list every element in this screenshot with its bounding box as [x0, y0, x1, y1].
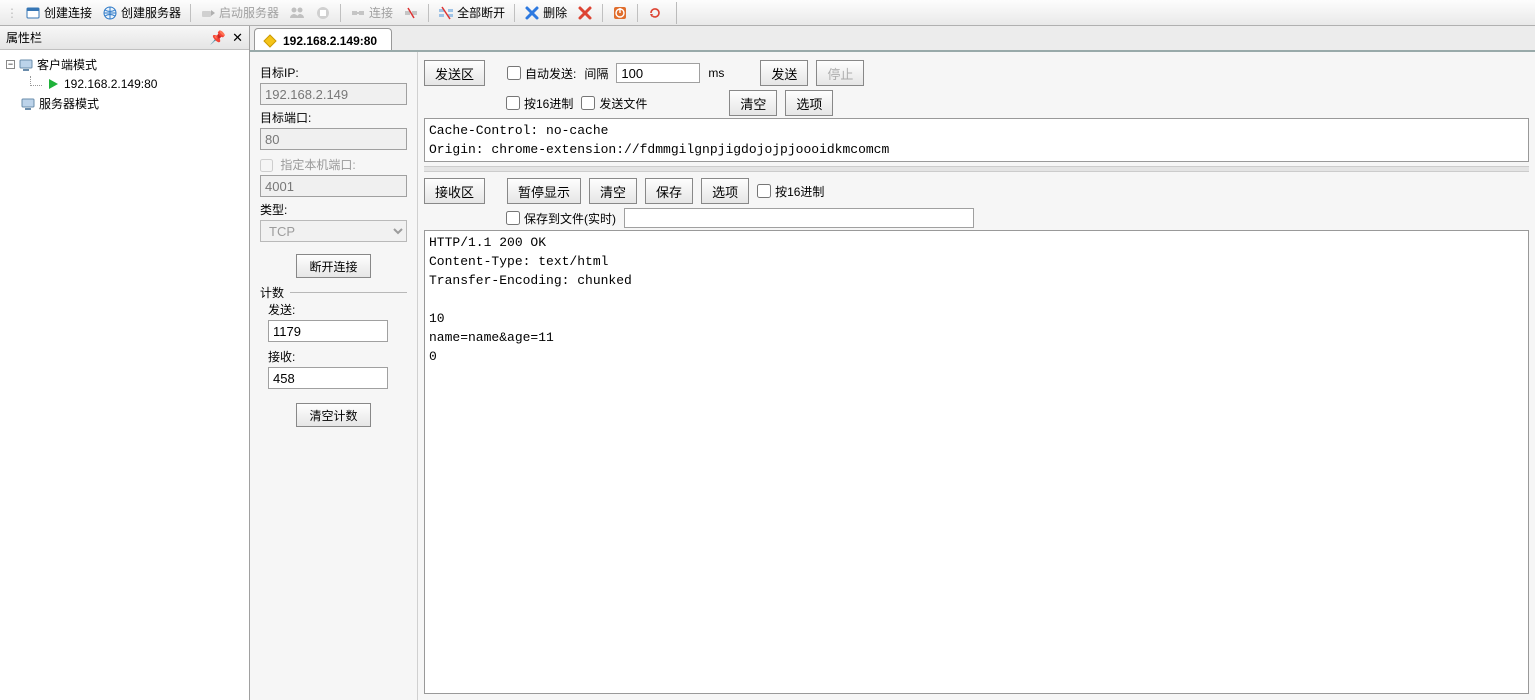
recv-section-button[interactable]: 接收区: [424, 178, 485, 204]
recv-file-path-input[interactable]: [624, 208, 974, 228]
disconnect-all-button[interactable]: 全部断开: [433, 2, 510, 23]
power-icon: [612, 5, 628, 21]
pin-icon[interactable]: 📌: [210, 30, 226, 46]
recv-pause-button[interactable]: 暂停显示: [507, 178, 581, 204]
play-icon: [46, 77, 60, 91]
local-port-label: 指定本机端口:: [280, 158, 355, 172]
tree-label: 192.168.2.149:80: [64, 77, 157, 91]
disconnect-all-icon: [438, 5, 454, 21]
disconnect-icon: [403, 5, 419, 21]
toolbar-divider: [190, 4, 191, 22]
receive-panel: 接收区 暂停显示 清空 保存 选项 按16进制 保存到文件(实时): [424, 176, 1529, 694]
target-port-input: [260, 128, 407, 150]
connection-properties: 目标IP: 目标端口: 指定本机端口: 类型: TCP 断开连接 计数 发送:: [250, 52, 418, 700]
target-ip-label: 目标IP:: [260, 64, 407, 81]
type-select: TCP: [260, 220, 407, 242]
disconnect-single-button[interactable]: [398, 3, 424, 23]
power-button[interactable]: [607, 3, 633, 23]
toolbar-label: 删除: [543, 4, 567, 21]
recv-count-input[interactable]: [268, 367, 388, 389]
sidebar-title: 属性栏: [6, 29, 42, 46]
tree-node-client-mode[interactable]: − 客户端模式: [2, 54, 247, 75]
tree-label: 客户端模式: [37, 56, 97, 73]
auto-send-checkbox[interactable]: 自动发送:: [507, 65, 576, 82]
recv-count-label: 接收:: [268, 348, 407, 365]
recv-save-file-checkbox[interactable]: 保存到文件(实时): [506, 210, 616, 227]
tab-label: 192.168.2.149:80: [283, 34, 377, 48]
toolbar-divider: [637, 4, 638, 22]
computer-icon: [21, 97, 35, 111]
delete-all-button[interactable]: [572, 3, 598, 23]
connect-icon: [350, 5, 366, 21]
interval-label: 间隔: [584, 65, 608, 82]
disconnect-button[interactable]: 断开连接: [296, 254, 370, 278]
delete-button[interactable]: 删除: [519, 2, 572, 23]
close-icon[interactable]: ✕: [232, 30, 243, 46]
create-connection-button[interactable]: 创建连接: [20, 2, 97, 23]
interval-input[interactable]: [616, 63, 700, 83]
toolbar-label: 全部断开: [457, 4, 505, 21]
tree-node-connection[interactable]: 192.168.2.149:80: [2, 75, 247, 93]
clear-counter-button[interactable]: 清空计数: [296, 403, 370, 427]
properties-sidebar: 属性栏 📌 ✕ − 客户端模式 192.168.2.149:80: [0, 26, 250, 700]
users-button[interactable]: [284, 3, 310, 23]
send-clear-button[interactable]: 清空: [729, 90, 777, 116]
tree-label: 服务器模式: [39, 95, 99, 112]
send-file-checkbox[interactable]: 发送文件: [581, 95, 647, 112]
send-hex-checkbox[interactable]: 按16进制: [506, 95, 573, 112]
computer-icon: [19, 58, 33, 72]
send-panel: 发送区 自动发送: 间隔 ms 发送 停止: [424, 58, 1529, 162]
send-count-input[interactable]: [268, 320, 388, 342]
toolbar-divider: [340, 4, 341, 22]
refresh-button[interactable]: [642, 3, 668, 23]
send-button[interactable]: 发送: [760, 60, 808, 86]
recv-hex-checkbox[interactable]: 按16进制: [757, 183, 824, 200]
counter-legend: 计数: [260, 284, 290, 301]
start-server-button[interactable]: 启动服务器: [195, 2, 284, 23]
tab-strip: 192.168.2.149:80: [250, 26, 1535, 52]
type-label: 类型:: [260, 201, 407, 218]
local-port-checkbox: [260, 159, 273, 172]
create-server-button[interactable]: 创建服务器: [97, 2, 186, 23]
target-ip-input: [260, 83, 407, 105]
diamond-icon: [263, 34, 277, 48]
sidebar-header: 属性栏 📌 ✕: [0, 26, 249, 50]
stop-circle-icon: [315, 5, 331, 21]
recv-save-button[interactable]: 保存: [645, 178, 693, 204]
delete-x-icon: [524, 5, 540, 21]
toolbar-label: 创建服务器: [121, 4, 181, 21]
sidebar-tree: − 客户端模式 192.168.2.149:80 服务器模式: [0, 50, 249, 700]
toolbar-label: 创建连接: [44, 4, 92, 21]
recv-clear-button[interactable]: 清空: [589, 178, 637, 204]
tree-expander-icon[interactable]: −: [6, 60, 15, 69]
main-toolbar: ⋮ 创建连接 创建服务器 启动服务器 连接: [0, 0, 1535, 26]
create-connection-icon: [25, 5, 41, 21]
local-port-input: [260, 175, 407, 197]
send-count-label: 发送:: [268, 301, 407, 318]
refresh-icon: [647, 5, 663, 21]
tab-connection[interactable]: 192.168.2.149:80: [254, 28, 392, 50]
recv-textarea[interactable]: [424, 230, 1529, 694]
stop-icon-button[interactable]: [310, 3, 336, 23]
toolbar-label: 启动服务器: [219, 4, 279, 21]
delete-all-icon: [577, 5, 593, 21]
stop-button: 停止: [816, 60, 864, 86]
play-server-icon: [200, 5, 216, 21]
users-icon: [289, 5, 305, 21]
toolbar-divider: [514, 4, 515, 22]
toolbar-divider: [602, 4, 603, 22]
send-options-button[interactable]: 选项: [785, 90, 833, 116]
toolbar-divider: [428, 4, 429, 22]
connect-button[interactable]: 连接: [345, 2, 398, 23]
tree-node-server-mode[interactable]: 服务器模式: [2, 93, 247, 114]
interval-unit: ms: [708, 66, 724, 80]
send-textarea[interactable]: [424, 118, 1529, 162]
target-port-label: 目标端口:: [260, 109, 407, 126]
toolbar-label: 连接: [369, 4, 393, 21]
grip-icon: ⋮: [4, 6, 20, 20]
send-section-button[interactable]: 发送区: [424, 60, 485, 86]
globe-icon: [102, 5, 118, 21]
recv-options-button[interactable]: 选项: [701, 178, 749, 204]
horizontal-splitter[interactable]: [424, 166, 1529, 172]
